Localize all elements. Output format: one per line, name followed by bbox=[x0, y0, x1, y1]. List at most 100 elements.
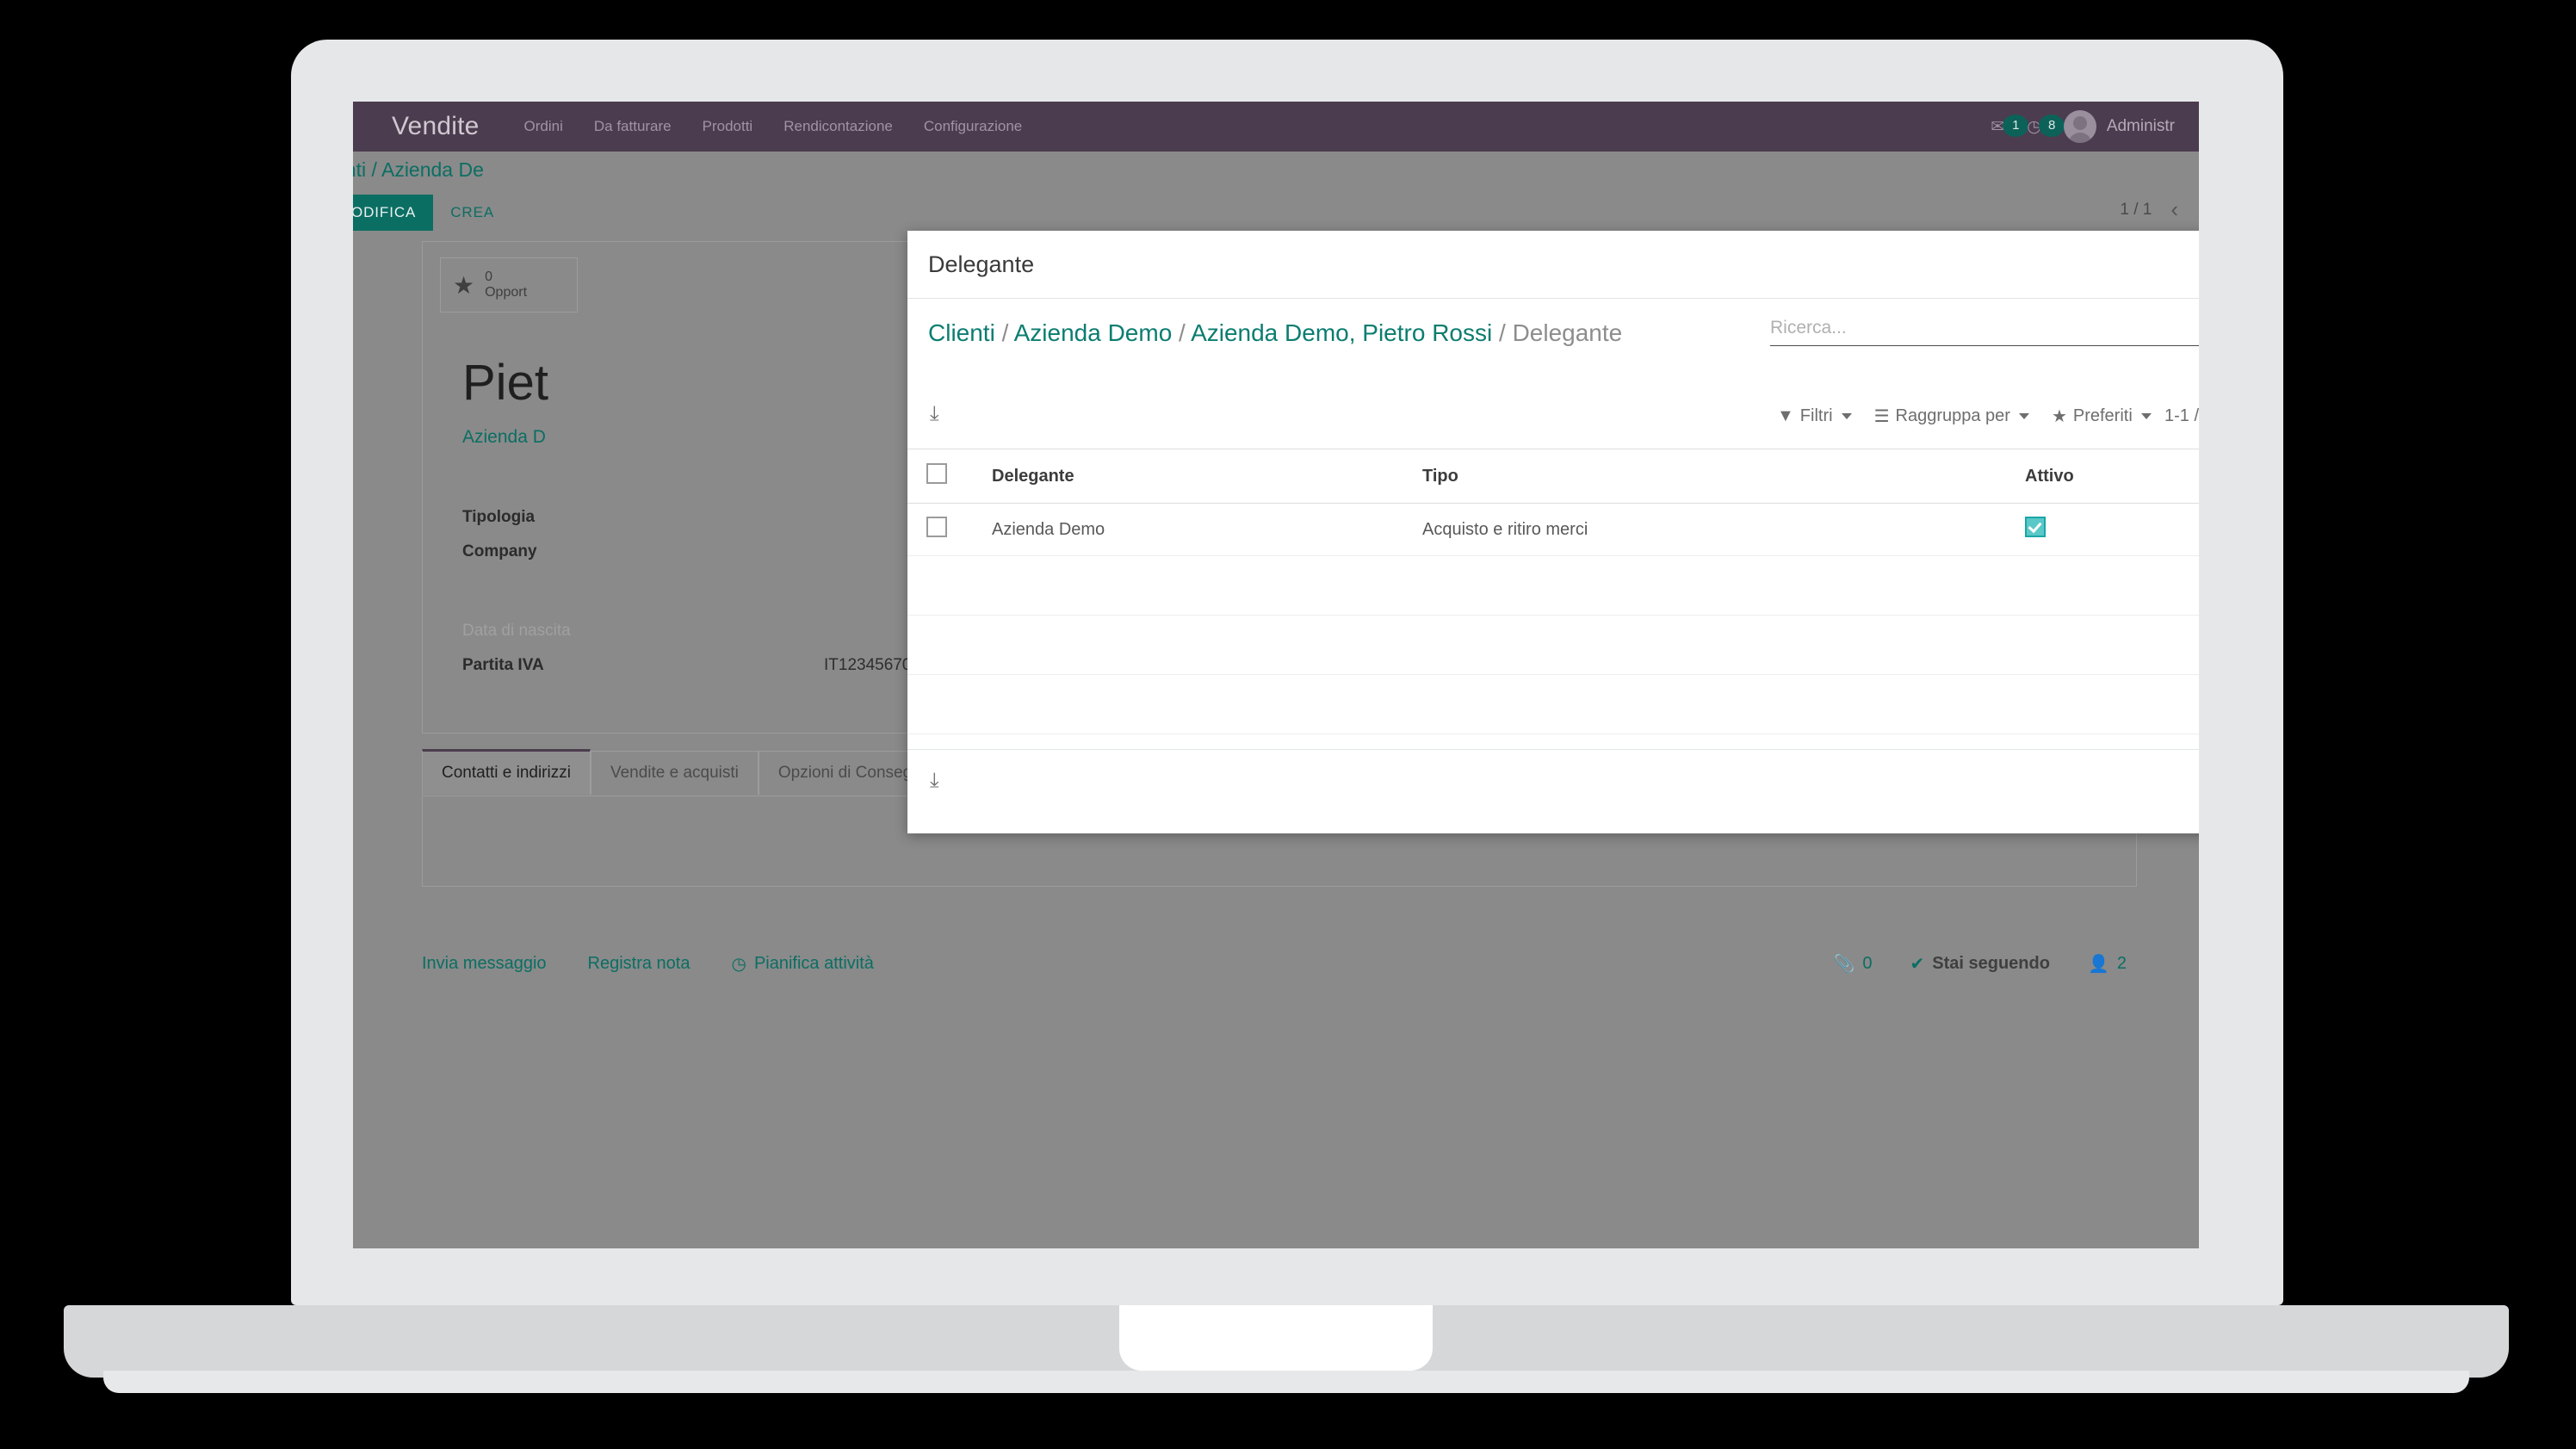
stat-label: Opport bbox=[485, 285, 527, 300]
download-icon-top[interactable]: ⤓ bbox=[930, 402, 939, 426]
select-all-cell bbox=[907, 449, 992, 504]
check-icon: ✔ bbox=[1910, 953, 1925, 975]
activities-badge: 8 bbox=[2039, 115, 2065, 137]
stat-button-text: 0 Opport bbox=[485, 269, 527, 301]
field-label: Data di nascita bbox=[462, 622, 824, 641]
table-row-empty bbox=[907, 556, 2199, 616]
modal-body: Clienti / Azienda Demo / Azienda Demo, P… bbox=[907, 299, 2199, 834]
breadcrumb[interactable]: enti / Azienda De bbox=[353, 158, 484, 182]
record-range: 1-1 / 1 bbox=[2164, 406, 2199, 426]
cell-delegante: Azienda Demo bbox=[992, 504, 1422, 556]
log-note-button[interactable]: Registra nota bbox=[588, 954, 690, 974]
follower-count-value: 2 bbox=[2117, 954, 2127, 974]
tab-vendite-e-acquisti[interactable]: Vendite e acquisti bbox=[591, 751, 759, 795]
field-label: Company bbox=[462, 542, 824, 561]
menu-item-ordini[interactable]: Ordini bbox=[524, 118, 563, 135]
download-icon-bottom[interactable]: ⤓ bbox=[930, 769, 939, 793]
cell-attivo bbox=[2025, 504, 2199, 556]
paperclip-icon: 📎 bbox=[1833, 953, 1855, 975]
laptop-base-lip bbox=[103, 1371, 2469, 1393]
menu-item-prodotti[interactable]: Prodotti bbox=[703, 118, 753, 135]
breadcrumb-item-pietro-rossi[interactable]: Azienda Demo, Pietro Rossi bbox=[1191, 319, 1492, 346]
breadcrumb-item-clienti[interactable]: Clienti bbox=[928, 319, 995, 346]
attachment-count-value: 0 bbox=[1862, 954, 1872, 974]
breadcrumb-item-azienda-demo[interactable]: Azienda Demo bbox=[1014, 319, 1173, 346]
table-row-empty bbox=[907, 675, 2199, 734]
modal-search-row: Clienti / Azienda Demo / Azienda Demo, P… bbox=[907, 299, 2199, 395]
follower-count[interactable]: 👤 2 bbox=[2088, 953, 2127, 975]
breadcrumb-separator: / bbox=[1002, 319, 1009, 346]
modal-footer: ⤓ bbox=[907, 749, 2199, 834]
avatar bbox=[2064, 110, 2096, 143]
schedule-activity-button[interactable]: ◷ Pianifica attività bbox=[732, 953, 874, 975]
record-pager: 1 / 1 ‹ bbox=[2120, 196, 2178, 223]
star-icon: ★ bbox=[2052, 406, 2067, 427]
app-navbar: Vendite Ordini Da fatturare Prodotti Ren… bbox=[353, 102, 2199, 152]
app-brand[interactable]: Vendite bbox=[392, 112, 480, 141]
chatter-stats: 📎 0 ✔ Stai seguendo 👤 2 bbox=[1833, 953, 2127, 975]
control-panel: enti / Azienda De ODIFICA CREA 1 / 1 ‹ bbox=[353, 152, 2199, 231]
delegante-list-table: Delegante Tipo Attivo Note Azienda Demo … bbox=[907, 449, 2199, 734]
tab-contatti-e-indirizzi[interactable]: Contatti e indirizzi bbox=[422, 749, 591, 795]
row-checkbox[interactable] bbox=[926, 517, 947, 537]
chevron-down-icon bbox=[1842, 413, 1852, 419]
table-row[interactable]: Azienda Demo Acquisto e ritiro merci bbox=[907, 504, 2199, 556]
log-note-label: Registra nota bbox=[588, 954, 690, 974]
modal-toolbar: ⤓ ▼ Filtri ☰ Raggruppa per ★ Preferiti bbox=[907, 395, 2199, 449]
chevron-down-icon bbox=[2141, 413, 2152, 419]
table-header: Delegante Tipo Attivo Note bbox=[907, 449, 2199, 504]
table-body: Azienda Demo Acquisto e ritiro merci bbox=[907, 504, 2199, 734]
send-message-button[interactable]: Invia messaggio bbox=[422, 954, 547, 974]
column-tipo[interactable]: Tipo bbox=[1422, 449, 2025, 504]
browser-viewport: Vendite Ordini Da fatturare Prodotti Ren… bbox=[353, 102, 2199, 1248]
column-attivo[interactable]: Attivo bbox=[2025, 449, 2199, 504]
page-title: Piet bbox=[462, 354, 548, 412]
cell-tipo: Acquisto e ritiro merci bbox=[1422, 504, 2025, 556]
field-label: Tipologia bbox=[462, 508, 824, 527]
breadcrumb-separator: / bbox=[1179, 319, 1186, 346]
attachment-count[interactable]: 📎 0 bbox=[1833, 953, 1872, 975]
parent-company-link[interactable]: Azienda D bbox=[462, 427, 546, 448]
modal-title: Delegante bbox=[928, 251, 1034, 278]
search-input[interactable]: Ricerca... bbox=[1770, 318, 2199, 346]
list-icon: ☰ bbox=[1874, 406, 1890, 427]
modal-breadcrumb: Clienti / Azienda Demo / Azienda Demo, P… bbox=[928, 316, 1755, 350]
row-select-cell bbox=[907, 504, 992, 556]
create-button[interactable]: CREA bbox=[433, 195, 511, 231]
user-icon: 👤 bbox=[2088, 953, 2109, 975]
pager-count: 1 / 1 bbox=[2120, 201, 2152, 220]
follow-state-label: Stai seguendo bbox=[1932, 954, 2050, 974]
schedule-activity-label: Pianifica attività bbox=[754, 954, 874, 974]
stat-count: 0 bbox=[485, 269, 492, 284]
stat-button-opportunities[interactable]: ★ 0 Opport bbox=[440, 257, 578, 313]
menu-item-rendicontazione[interactable]: Rendicontazione bbox=[783, 118, 893, 135]
messages-badge: 1 bbox=[2003, 115, 2028, 137]
follow-toggle[interactable]: ✔ Stai seguendo bbox=[1910, 953, 2050, 975]
menu-item-da-fatturare[interactable]: Da fatturare bbox=[594, 118, 672, 135]
attivo-checkbox-checked[interactable] bbox=[2025, 517, 2046, 537]
laptop-trackpad-notch bbox=[1119, 1305, 1433, 1371]
search-placeholder: Ricerca... bbox=[1770, 318, 1847, 337]
filters-dropdown[interactable]: ▼ Filtri bbox=[1777, 406, 1852, 426]
group-by-dropdown[interactable]: ☰ Raggruppa per bbox=[1874, 406, 2029, 427]
send-message-label: Invia messaggio bbox=[422, 954, 547, 974]
pager-prev-icon[interactable]: ‹ bbox=[2170, 196, 2178, 223]
menu-item-configurazione[interactable]: Configurazione bbox=[924, 118, 1022, 135]
messages-icon[interactable]: ✉ 1 bbox=[1991, 117, 2004, 137]
select-all-checkbox[interactable] bbox=[926, 463, 947, 484]
action-button-row: ODIFICA CREA bbox=[353, 195, 511, 231]
field-label: Partita IVA bbox=[462, 656, 824, 675]
user-name-label: Administr bbox=[2107, 117, 2175, 136]
modal-header: Delegante ✕ bbox=[907, 231, 2199, 299]
activities-icon[interactable]: ◷ 8 bbox=[2027, 117, 2041, 137]
user-menu[interactable]: Administr bbox=[2064, 110, 2175, 143]
breadcrumb-item-delegante: Delegante bbox=[1513, 319, 1623, 346]
column-delegante[interactable]: Delegante bbox=[992, 449, 1422, 504]
favorites-label: Preferiti bbox=[2073, 406, 2133, 426]
delegante-modal: Delegante ✕ Clienti / Azienda Demo / Azi… bbox=[907, 231, 2199, 833]
clock-icon: ◷ bbox=[732, 953, 746, 975]
filters-label: Filtri bbox=[1800, 406, 1833, 426]
edit-button[interactable]: ODIFICA bbox=[353, 195, 433, 231]
funnel-icon: ▼ bbox=[1777, 406, 1794, 426]
favorites-dropdown[interactable]: ★ Preferiti bbox=[2052, 406, 2152, 427]
